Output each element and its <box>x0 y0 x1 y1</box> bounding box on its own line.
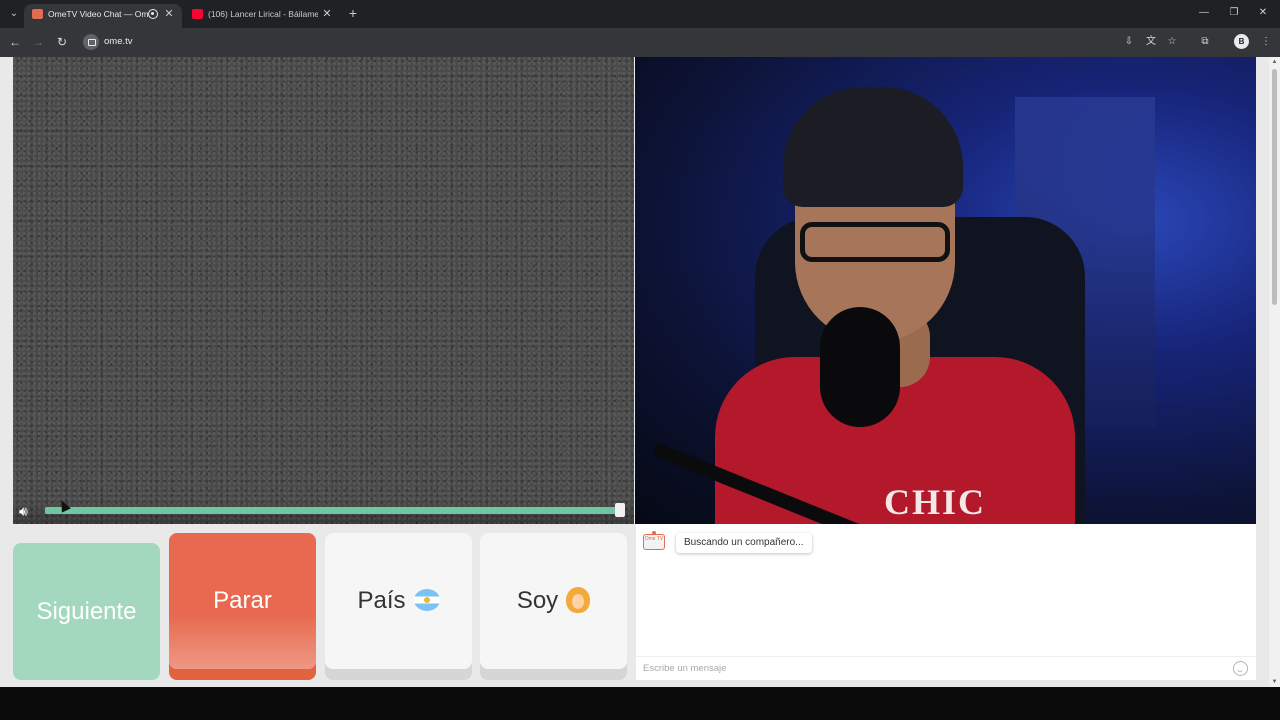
person-hair <box>783 87 963 207</box>
new-tab-button[interactable]: + <box>346 5 360 21</box>
jersey-lettering: CHIC <box>883 482 986 522</box>
chat-panel: Ome TV Buscando un compañero... Escribe … <box>636 524 1256 680</box>
country-button-label: País <box>357 587 406 614</box>
bookmark-star-icon[interactable]: ☆ <box>1164 34 1180 50</box>
translate-icon[interactable]: 文 <box>1143 34 1159 50</box>
next-button-label: Siguiente <box>36 598 137 625</box>
close-tab-icon[interactable]: ✕ <box>322 4 332 24</box>
browser-tab-strip: ⌄ OmeTV Video Chat — Ome ✕ (106) Lancer … <box>0 0 1280 28</box>
local-webcam-video: CHIC <box>635 57 1256 524</box>
address-bar[interactable]: ome.tv <box>80 31 1190 53</box>
volume-slider-thumb[interactable] <box>615 503 625 517</box>
tab-search-icon[interactable]: ⌄ <box>6 6 22 22</box>
back-button[interactable]: ← <box>7 34 23 50</box>
site-info-icon[interactable] <box>83 34 99 50</box>
argentina-flag-icon <box>413 588 440 611</box>
install-app-icon[interactable]: ⇩ <box>1121 34 1137 50</box>
stop-button[interactable]: Parar <box>169 533 316 669</box>
volume-slider[interactable] <box>45 507 622 514</box>
menu-icon[interactable]: ⋮ <box>1258 34 1274 50</box>
volume-icon[interactable]: 🔊︎ <box>19 503 41 519</box>
reload-button[interactable]: ↻ <box>54 34 70 50</box>
ometv-favicon-icon <box>32 9 43 19</box>
page-scrollbar[interactable]: ▲ ▼ <box>1269 57 1280 687</box>
recording-icon <box>148 9 158 19</box>
extensions-icon[interactable]: ⧉ <box>1197 34 1213 50</box>
country-button[interactable]: País <box>325 533 472 669</box>
microphone <box>820 307 900 427</box>
woman-emoji-icon <box>566 586 591 613</box>
chat-message-input[interactable]: Escribe un mensaje <box>636 656 1256 680</box>
forward-button[interactable]: → <box>30 34 46 50</box>
close-window-button[interactable]: ✕ <box>1252 5 1274 21</box>
youtube-favicon-icon <box>192 9 203 19</box>
stop-button-label: Parar <box>213 587 272 614</box>
scroll-up-icon[interactable]: ▲ <box>1269 57 1280 67</box>
gender-button[interactable]: Soy <box>480 533 627 669</box>
ometv-page: 🔊︎ CHIC Siguiente Parar País Soy Ome TV … <box>0 57 1280 687</box>
remote-video <box>13 57 634 524</box>
emoji-picker-icon[interactable] <box>1233 661 1248 676</box>
screen-bottom-area <box>0 687 1280 720</box>
ometv-logo-icon: Ome TV <box>643 531 665 550</box>
next-button[interactable]: Siguiente <box>13 543 160 680</box>
browser-toolbar: ← → ↻ ome.tv ⇩ 文 ☆ ⧉ B ⋮ <box>0 28 1280 57</box>
tab-title: (106) Lancer Lirical - Báilame fü <box>208 9 318 19</box>
chat-status-message: Buscando un compañero... <box>676 533 812 553</box>
gender-button-label: Soy <box>516 587 559 614</box>
minimize-button[interactable]: — <box>1193 5 1215 21</box>
tab-ometv[interactable]: OmeTV Video Chat — Ome ✕ <box>24 4 182 28</box>
remote-video-controls: 🔊︎ <box>13 498 634 524</box>
scroll-down-icon[interactable]: ▼ <box>1269 677 1280 687</box>
profile-avatar[interactable]: B <box>1234 34 1249 49</box>
restore-button[interactable]: ❐ <box>1223 5 1245 21</box>
close-tab-icon[interactable]: ✕ <box>164 4 174 24</box>
url-text[interactable]: ome.tv <box>104 31 133 53</box>
tab-title: OmeTV Video Chat — Ome <box>48 9 148 19</box>
tab-youtube[interactable]: (106) Lancer Lirical - Báilame fü ✕ <box>184 4 340 28</box>
scrollbar-thumb[interactable] <box>1272 69 1277 305</box>
glasses <box>800 222 950 262</box>
